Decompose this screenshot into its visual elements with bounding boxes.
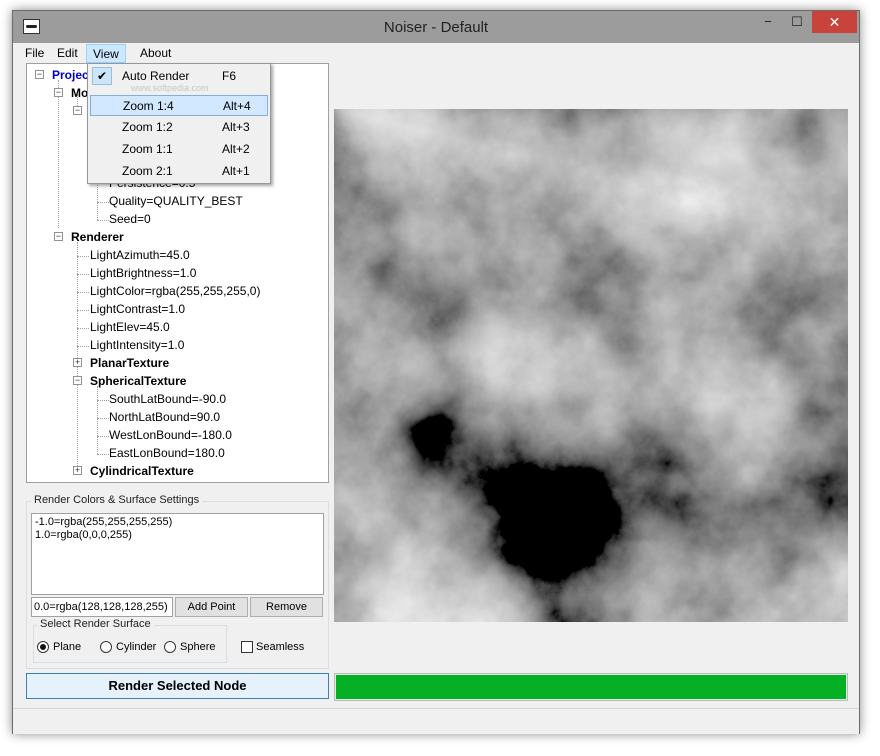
menu-item-zoom-1-2[interactable]: Zoom 1:2 Alt+3 bbox=[90, 117, 268, 138]
color-point-line: -1.0=rgba(255,255,255,255) bbox=[35, 516, 173, 528]
maximize-button[interactable]: ☐ bbox=[786, 11, 808, 33]
minimize-button[interactable]: − bbox=[757, 11, 779, 33]
group-title: Select Render Surface bbox=[37, 618, 154, 630]
menu-item-shortcut: Alt+3 bbox=[222, 120, 250, 134]
sphere-label: Sphere bbox=[180, 641, 216, 653]
color-points-list[interactable]: -1.0=rgba(255,255,255,255) 1.0=rgba(0,0,… bbox=[31, 513, 324, 595]
tree-line bbox=[77, 310, 89, 311]
seamless-label: Seamless bbox=[256, 641, 305, 653]
render-progress-bar bbox=[334, 673, 848, 701]
menu-item-label: Zoom 2:1 bbox=[122, 164, 173, 178]
tree-node-seed[interactable]: Seed=0 bbox=[109, 212, 151, 226]
collapse-icon[interactable]: − bbox=[54, 232, 63, 241]
color-point-input[interactable]: 0.0=rgba(128,128,128,255) bbox=[31, 597, 173, 617]
plane-radio[interactable] bbox=[37, 641, 49, 653]
tree-line bbox=[97, 202, 109, 203]
menu-item-label: Zoom 1:1 bbox=[122, 142, 173, 156]
close-button[interactable]: ✕ bbox=[812, 11, 857, 33]
tree-node-light-azimuth[interactable]: LightAzimuth=45.0 bbox=[90, 248, 190, 262]
cylinder-label: Cylinder bbox=[116, 641, 157, 653]
menu-item-zoom-2-1[interactable]: Zoom 2:1 Alt+1 bbox=[90, 161, 268, 182]
tree-line bbox=[77, 346, 89, 347]
menu-edit[interactable]: Edit bbox=[51, 44, 84, 63]
menu-item-label: Zoom 1:4 bbox=[123, 99, 174, 113]
tree-line bbox=[97, 418, 109, 419]
tree-line bbox=[77, 292, 89, 293]
window-title: Noiser - Default bbox=[383, 19, 489, 36]
menu-item-zoom-1-1[interactable]: Zoom 1:1 Alt+2 bbox=[90, 139, 268, 160]
tree-node-north-lat[interactable]: NorthLatBound=90.0 bbox=[109, 410, 220, 424]
tree-node-planar-texture[interactable]: PlanarTexture bbox=[90, 356, 169, 370]
collapse-icon[interactable]: − bbox=[35, 70, 44, 79]
group-title: Render Colors & Surface Settings bbox=[31, 494, 203, 506]
tree-node-light-elev[interactable]: LightElev=45.0 bbox=[90, 320, 170, 334]
tree-node-south-lat[interactable]: SouthLatBound=-90.0 bbox=[109, 392, 226, 406]
collapse-icon[interactable]: − bbox=[73, 376, 82, 385]
menu-item-shortcut: F6 bbox=[222, 69, 237, 83]
expand-icon[interactable]: + bbox=[73, 466, 82, 475]
plane-label: Plane bbox=[53, 641, 82, 653]
seamless-checkbox[interactable] bbox=[241, 641, 253, 653]
tree-line bbox=[97, 454, 109, 455]
color-point-line: 1.0=rgba(0,0,0,255) bbox=[35, 529, 132, 541]
view-menu-dropdown: ✔ Auto Render F6 Zoom 1:4 Alt+4 Zoom 1:2… bbox=[87, 63, 271, 184]
sphere-radio[interactable] bbox=[164, 641, 176, 653]
tree-node-spherical-texture[interactable]: SphericalTexture bbox=[90, 374, 186, 388]
title-bar[interactable]: Noiser - Default − ☐ ✕ bbox=[13, 11, 859, 43]
tree-node-light-contrast[interactable]: LightContrast=1.0 bbox=[90, 302, 185, 316]
tree-line bbox=[77, 328, 89, 329]
menu-item-zoom-1-4[interactable]: Zoom 1:4 Alt+4 bbox=[90, 95, 268, 116]
tree-line bbox=[77, 256, 89, 257]
tree-line bbox=[58, 80, 59, 228]
main-window: Noiser - Default − ☐ ✕ File Edit View Ab… bbox=[12, 10, 860, 734]
remove-button[interactable]: Remove bbox=[250, 597, 323, 617]
tree-line bbox=[97, 400, 109, 401]
menu-item-shortcut: Alt+4 bbox=[223, 99, 251, 113]
watermark: www.softpedia.com bbox=[131, 83, 209, 93]
checkmark-icon: ✔ bbox=[92, 67, 112, 85]
tree-node-light-color[interactable]: LightColor=rgba(255,255,255,0) bbox=[90, 284, 260, 298]
noise-preview bbox=[334, 109, 848, 622]
tree-node-light-brightness[interactable]: LightBrightness=1.0 bbox=[90, 266, 196, 280]
collapse-icon[interactable]: − bbox=[54, 88, 63, 97]
tree-node-quality[interactable]: Quality=QUALITY_BEST bbox=[109, 194, 243, 208]
tree-node-west-lon[interactable]: WestLonBound=-180.0 bbox=[109, 428, 232, 442]
progress-fill bbox=[336, 675, 846, 699]
tree-node-east-lon[interactable]: EastLonBound=180.0 bbox=[109, 446, 225, 460]
tree-line bbox=[77, 274, 89, 275]
render-selected-node-button[interactable]: Render Selected Node bbox=[26, 673, 329, 699]
menu-about[interactable]: About bbox=[134, 44, 177, 63]
menu-view[interactable]: View bbox=[86, 44, 126, 63]
tree-node-module[interactable]: Mo bbox=[71, 86, 88, 100]
add-point-button[interactable]: Add Point bbox=[175, 597, 248, 617]
tree-node-cylindrical-texture[interactable]: CylindricalTexture bbox=[90, 464, 194, 478]
expand-icon[interactable]: + bbox=[73, 358, 82, 367]
menu-item-shortcut: Alt+2 bbox=[222, 142, 250, 156]
status-bar bbox=[13, 708, 859, 734]
cylinder-radio[interactable] bbox=[100, 641, 112, 653]
tree-node-light-intensity[interactable]: LightIntensity=1.0 bbox=[90, 338, 184, 352]
tree-line bbox=[97, 436, 109, 437]
collapse-icon[interactable]: − bbox=[73, 106, 82, 115]
menu-bar: File Edit View About bbox=[21, 43, 853, 63]
tree-line bbox=[97, 386, 98, 454]
tree-node-project[interactable]: Projec bbox=[52, 68, 89, 82]
menu-item-shortcut: Alt+1 bbox=[222, 164, 250, 178]
menu-item-label: Zoom 1:2 bbox=[122, 120, 173, 134]
tree-line bbox=[97, 220, 109, 221]
menu-file[interactable]: File bbox=[19, 44, 50, 63]
tree-node-renderer[interactable]: Renderer bbox=[71, 230, 124, 244]
